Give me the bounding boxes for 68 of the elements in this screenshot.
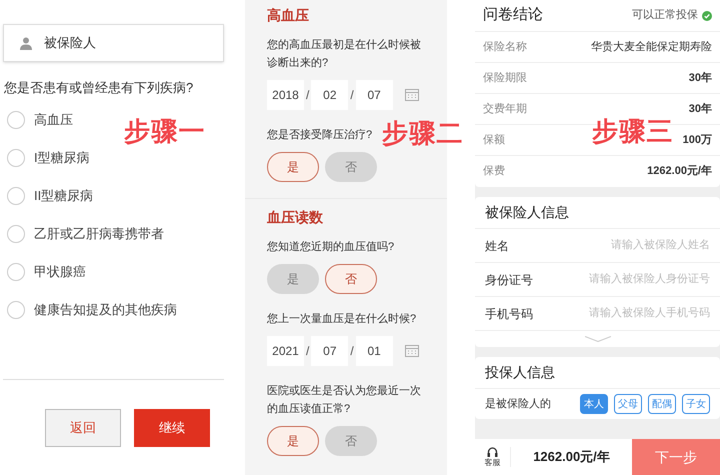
status-text: 可以正常投保 bbox=[632, 8, 698, 24]
question-text: 您是否接受降压治疗? bbox=[267, 128, 372, 143]
step-label: 步骤一 bbox=[124, 118, 206, 144]
question-text: 医院或医生是否认为您最近一次的血压读值正常? bbox=[267, 384, 422, 417]
date-field[interactable]: 2021 bbox=[267, 336, 304, 366]
question-text: 您上一次量血压是在什么时候? bbox=[267, 312, 416, 327]
row-label: 保险期限 bbox=[483, 70, 527, 86]
back-button[interactable]: 返回 bbox=[45, 409, 121, 447]
field-label: 身份证号 bbox=[485, 272, 533, 288]
row-value: 100万 bbox=[682, 132, 712, 148]
radio-option[interactable]: 乙肝或乙肝病毒携带者 bbox=[7, 224, 245, 244]
continue-button[interactable]: 继续 bbox=[134, 409, 210, 447]
section-title: 高血压 bbox=[267, 6, 310, 25]
total-price: 1262.00元/年 bbox=[532, 448, 611, 466]
step-label: 步骤二 bbox=[382, 120, 464, 146]
row-value: 30年 bbox=[688, 102, 712, 117]
radio-icon[interactable] bbox=[7, 186, 25, 204]
row-value: 华贵大麦全能保定期寿险 bbox=[591, 40, 712, 55]
field-label: 手机号码 bbox=[485, 306, 533, 322]
card-title: 投保人信息 bbox=[485, 363, 555, 382]
service-label[interactable]: 客服 bbox=[484, 459, 500, 467]
row-label: 交费年期 bbox=[483, 102, 527, 117]
chevron-down-icon[interactable] bbox=[584, 336, 610, 342]
date-field[interactable]: 02 bbox=[311, 80, 348, 110]
card-title: 问卷结论 bbox=[483, 5, 543, 26]
radio-icon[interactable] bbox=[7, 110, 25, 128]
date-separator: / bbox=[306, 343, 310, 360]
question-text: 您的高血压最初是在什么时候被诊断出来的? bbox=[267, 38, 422, 71]
radio-icon[interactable] bbox=[7, 262, 25, 280]
date-separator: / bbox=[350, 343, 354, 360]
calendar-icon[interactable] bbox=[404, 345, 419, 357]
question-text: 您是否患有或曾经患有下列疾病? bbox=[4, 79, 194, 97]
radio-option[interactable]: II型糖尿病 bbox=[7, 186, 245, 206]
headset-icon[interactable] bbox=[487, 447, 498, 458]
input-field[interactable]: 请输入被保险人手机号码 bbox=[570, 305, 710, 322]
step-label: 步骤三 bbox=[592, 118, 674, 144]
date-separator: / bbox=[350, 87, 354, 104]
section-title: 血压读数 bbox=[267, 208, 324, 227]
input-field[interactable]: 请输入被保险人身份证号 bbox=[570, 271, 710, 288]
date-field[interactable]: 01 bbox=[356, 336, 393, 366]
radio-icon[interactable] bbox=[7, 300, 25, 318]
choice-button[interactable]: 否 bbox=[325, 264, 377, 294]
row-label: 保费 bbox=[483, 164, 505, 180]
row-value: 1262.00元/年 bbox=[647, 164, 712, 180]
date-field[interactable]: 07 bbox=[356, 80, 393, 110]
date-separator: / bbox=[306, 87, 310, 104]
date-field[interactable]: 07 bbox=[311, 336, 348, 366]
date-field[interactable]: 2018 bbox=[267, 80, 304, 110]
radio-icon[interactable] bbox=[7, 224, 25, 242]
field-label: 被保险人 bbox=[44, 34, 96, 52]
field-label: 姓名 bbox=[485, 238, 509, 254]
check-icon bbox=[702, 10, 712, 20]
radio-icon[interactable] bbox=[7, 148, 25, 166]
field-label: 是被保险人的 bbox=[485, 396, 551, 412]
row-label: 保险名称 bbox=[483, 40, 527, 55]
radio-option[interactable]: I型糖尿病 bbox=[7, 148, 245, 168]
person-icon bbox=[20, 36, 32, 50]
radio-option[interactable]: 甲状腺癌 bbox=[7, 262, 245, 282]
question-text: 您知道您近期的血压值吗? bbox=[267, 240, 394, 255]
insured-field[interactable]: 被保险人 bbox=[3, 24, 224, 62]
choice-button[interactable]: 是 bbox=[267, 152, 319, 182]
card-title: 被保险人信息 bbox=[485, 203, 569, 222]
row-label: 保额 bbox=[483, 132, 505, 148]
radio-option[interactable]: 健康告知提及的其他疾病 bbox=[7, 300, 245, 320]
choice-button[interactable]: 是 bbox=[267, 426, 319, 456]
input-field[interactable]: 请输入被保险人姓名 bbox=[570, 237, 710, 254]
calendar-icon[interactable] bbox=[404, 89, 419, 101]
row-value: 30年 bbox=[688, 70, 712, 86]
